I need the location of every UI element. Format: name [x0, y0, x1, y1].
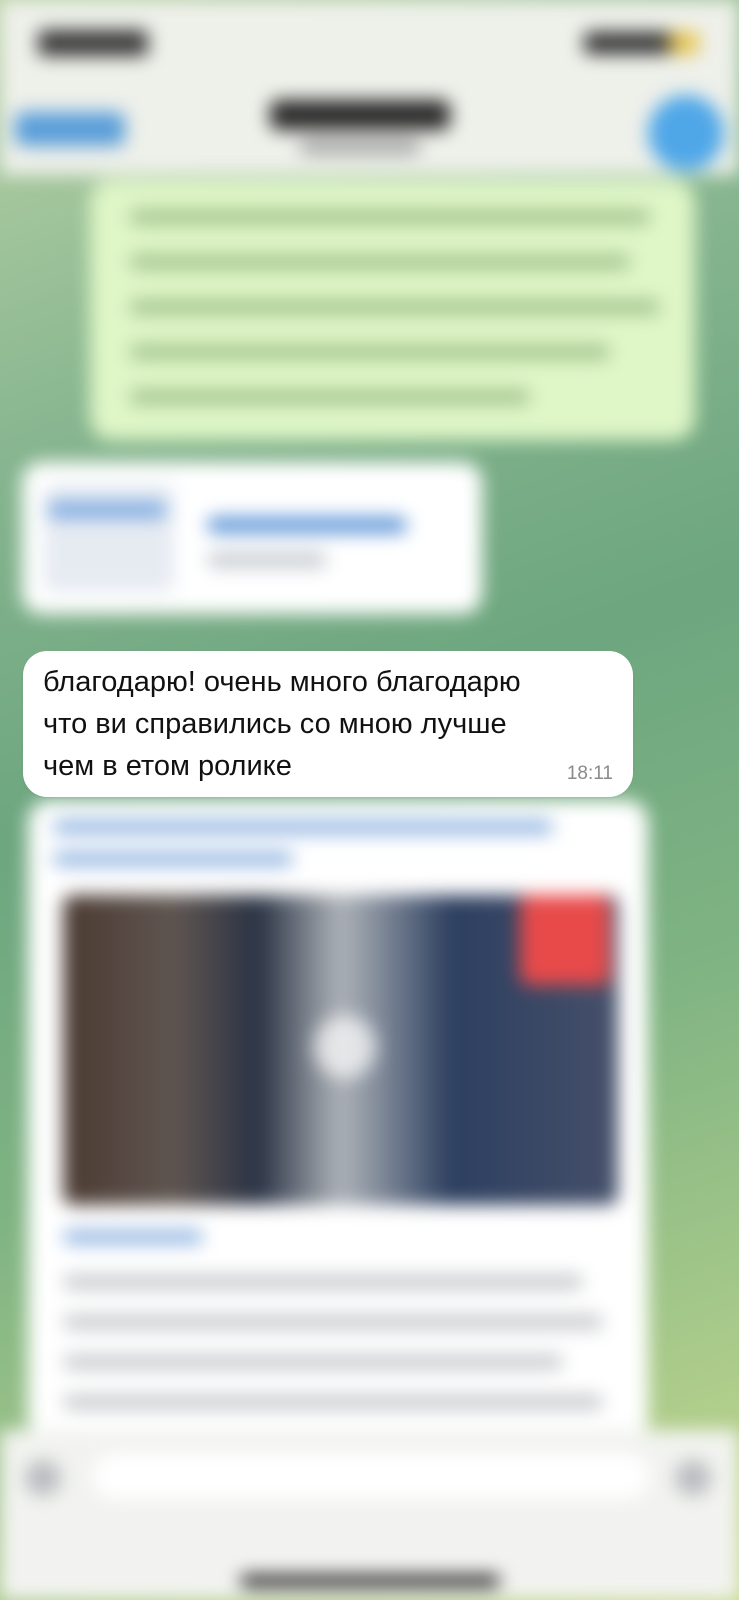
message-line	[130, 255, 630, 269]
attach-icon[interactable]	[25, 1460, 61, 1496]
video-text-line	[63, 1275, 583, 1289]
message-line	[130, 345, 610, 359]
message-input[interactable]	[90, 1450, 652, 1502]
video-thumbnail[interactable]	[63, 895, 618, 1205]
message-line	[130, 390, 530, 404]
chat-header	[0, 0, 739, 175]
status-bar-time	[38, 30, 148, 56]
link-line	[47, 502, 167, 518]
chat-title	[270, 100, 450, 130]
link-line	[207, 552, 327, 568]
video-badge	[520, 895, 610, 985]
video-caption-line	[53, 852, 293, 866]
video-text-line	[63, 1315, 603, 1329]
outgoing-message-bubble[interactable]	[90, 180, 695, 440]
chat-subtitle	[300, 140, 420, 154]
home-indicator	[240, 1575, 500, 1587]
message-input-bar	[0, 1430, 739, 1600]
video-caption-line	[53, 820, 553, 834]
video-text-line	[63, 1395, 603, 1409]
video-text-line	[63, 1355, 563, 1369]
video-text-line	[63, 1230, 203, 1244]
message-text: благодарю! очень много благодарю что ви …	[43, 666, 521, 782]
link-preview-bubble[interactable]	[22, 462, 482, 614]
message-time: 18:11	[566, 763, 613, 784]
message-line	[130, 210, 650, 224]
play-icon[interactable]	[313, 1015, 377, 1079]
blurred-background	[0, 0, 739, 1600]
message-line	[130, 300, 660, 314]
link-thumbnail	[44, 484, 174, 592]
status-bar-icons	[584, 32, 699, 54]
incoming-message-bubble[interactable]: благодарю! очень много благодарю что ви …	[23, 651, 633, 797]
avatar[interactable]	[648, 95, 724, 171]
link-line	[207, 517, 407, 533]
back-button[interactable]	[15, 112, 125, 146]
mic-icon[interactable]	[675, 1460, 711, 1496]
video-message-bubble[interactable]	[28, 800, 648, 1440]
